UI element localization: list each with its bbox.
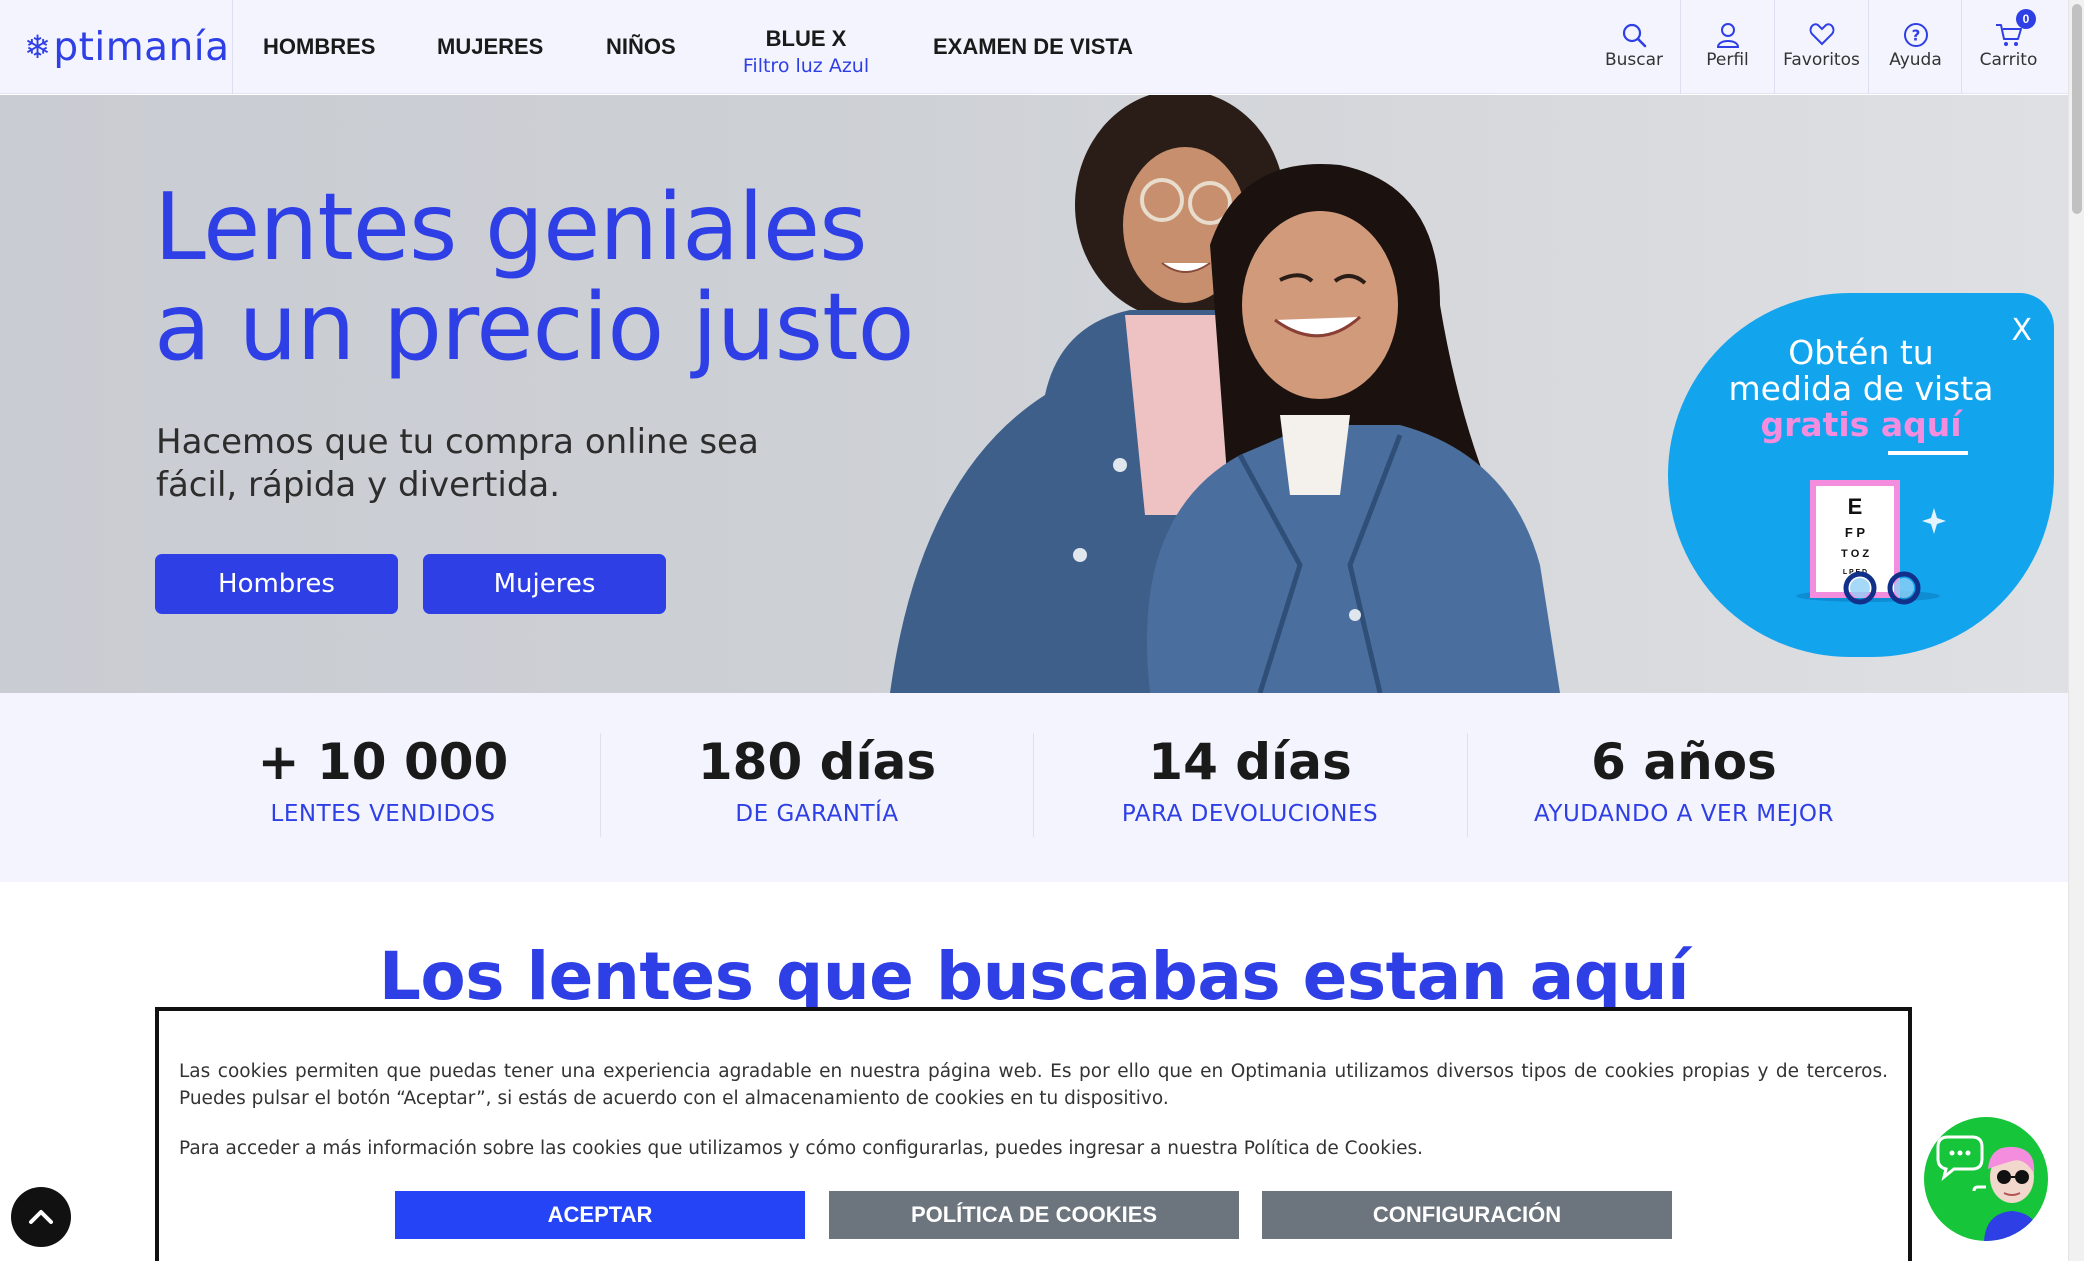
eye-chart-icon: E F P T O Z L P E D bbox=[1796, 480, 1946, 605]
svg-text:?: ? bbox=[1911, 27, 1920, 45]
eye-chart-row1: E bbox=[1848, 494, 1863, 519]
help-button[interactable]: ? Ayuda bbox=[1868, 0, 1962, 94]
nav-blue-x-title: BLUE X bbox=[765, 26, 847, 51]
hero-men-button[interactable]: Hombres bbox=[155, 554, 398, 614]
hero-banner: Lentes geniales a un precio justo Hacemo… bbox=[0, 95, 2068, 693]
cookie-policy-button[interactable]: POLÍTICA DE COOKIES bbox=[829, 1191, 1239, 1239]
stats-bar: + 10 000 LENTES VENDIDOS 180 días DE GAR… bbox=[0, 693, 2068, 882]
help-icon: ? bbox=[1903, 23, 1928, 47]
stat-value: 6 años bbox=[1591, 733, 1777, 791]
profile-label: Perfil bbox=[1706, 50, 1749, 70]
hero-title-line1: Lentes geniales bbox=[154, 173, 868, 281]
divider bbox=[232, 0, 233, 94]
eye-chart-row2: F P bbox=[1845, 525, 1866, 540]
favorites-button[interactable]: Favoritos bbox=[1774, 0, 1868, 94]
eye-chart-row3: T O Z bbox=[1841, 548, 1869, 560]
cart-count-badge: 0 bbox=[2016, 9, 2036, 29]
vision-test-promo[interactable]: X Obtén tu medida de vista gratis aquí E… bbox=[1668, 293, 2054, 657]
heart-icon bbox=[1809, 23, 1834, 46]
nav-blue-x-subtitle: Filtro luz Azul bbox=[742, 55, 870, 77]
nav-hombres[interactable]: HOMBRES bbox=[263, 34, 375, 60]
logo-text: ptimanía bbox=[53, 24, 230, 70]
site-header: ❄ ptimanía HOMBRES MUJERES NIÑOS BLUE X … bbox=[0, 0, 2068, 94]
promo-underline bbox=[1888, 451, 1968, 455]
stat-value: + 10 000 bbox=[257, 733, 509, 791]
search-button[interactable]: Buscar bbox=[1587, 0, 1681, 94]
hero-subtitle: Hacemos que tu compra online sea fácil, … bbox=[156, 421, 759, 507]
cookie-config-button[interactable]: CONFIGURACIÓN bbox=[1262, 1191, 1672, 1239]
chevron-up-icon bbox=[29, 1210, 53, 1224]
hero-women-button[interactable]: Mujeres bbox=[423, 554, 666, 614]
nav-examen-de-vista[interactable]: EXAMEN DE VISTA bbox=[933, 34, 1133, 60]
chat-assistant-icon bbox=[1936, 1135, 2042, 1241]
stat-value: 14 días bbox=[1148, 733, 1352, 791]
logo[interactable]: ❄ ptimanía bbox=[24, 24, 230, 70]
stat-label: PARA DEVOLUCIONES bbox=[1121, 801, 1379, 827]
logo-snowflake-icon: ❄ bbox=[24, 28, 52, 66]
hero-title-line2: a un precio justo bbox=[154, 273, 914, 381]
nav-blue-x[interactable]: BLUE X Filtro luz Azul bbox=[738, 26, 874, 77]
profile-button[interactable]: Perfil bbox=[1680, 0, 1774, 94]
promo-text: Obtén tu medida de vista gratis aquí bbox=[1668, 335, 2054, 443]
back-to-top-button[interactable] bbox=[11, 1187, 71, 1247]
cookie-accept-button[interactable]: ACEPTAR bbox=[395, 1191, 805, 1239]
cookie-policy-text: Para acceder a más información sobre las… bbox=[179, 1138, 1423, 1159]
favorites-label: Favoritos bbox=[1783, 50, 1860, 70]
hero-title: Lentes geniales a un precio justo bbox=[154, 173, 914, 381]
user-icon bbox=[1716, 23, 1739, 48]
stat-devoluciones: 14 días PARA DEVOLUCIONES bbox=[1033, 733, 1467, 827]
hero-subtitle-line1: Hacemos que tu compra online sea bbox=[156, 422, 759, 462]
section-title: Los lentes que buscabas estan aquí bbox=[378, 938, 1690, 1015]
stat-label: LENTES VENDIDOS bbox=[270, 801, 496, 827]
help-label: Ayuda bbox=[1889, 50, 1942, 70]
stat-anos: 6 años AYUDANDO A VER MEJOR bbox=[1467, 733, 1901, 827]
hero-photo bbox=[890, 95, 1560, 693]
scrollbar-thumb[interactable] bbox=[2072, 4, 2082, 214]
stat-garantia: 180 días DE GARANTÍA bbox=[600, 733, 1034, 827]
promo-line1: Obtén tu bbox=[1788, 333, 1934, 372]
cookie-text: Las cookies permiten que puedas tener un… bbox=[179, 1061, 1888, 1109]
search-icon bbox=[1622, 23, 1647, 48]
stat-value: 180 días bbox=[697, 733, 937, 791]
cart-button[interactable]: 0 Carrito bbox=[1961, 0, 2055, 94]
page-scrollbar[interactable] bbox=[2068, 0, 2084, 1261]
nav-mujeres[interactable]: MUJERES bbox=[437, 34, 543, 60]
stat-lentes-vendidos: + 10 000 LENTES VENDIDOS bbox=[166, 733, 600, 827]
chat-widget-button[interactable] bbox=[1924, 1117, 2048, 1241]
stat-label: AYUDANDO A VER MEJOR bbox=[1533, 801, 1835, 827]
cookie-banner: Las cookies permiten que puedas tener un… bbox=[155, 1007, 1912, 1261]
cart-label: Carrito bbox=[1979, 50, 2038, 70]
search-label: Buscar bbox=[1604, 50, 1664, 70]
nav-ninos[interactable]: NIÑOS bbox=[606, 34, 676, 60]
stat-label: DE GARANTÍA bbox=[735, 801, 899, 827]
hero-subtitle-line2: fácil, rápida y divertida. bbox=[156, 465, 561, 505]
promo-line2: medida de vista bbox=[1728, 369, 1994, 408]
promo-line3: gratis aquí bbox=[1760, 405, 1962, 444]
